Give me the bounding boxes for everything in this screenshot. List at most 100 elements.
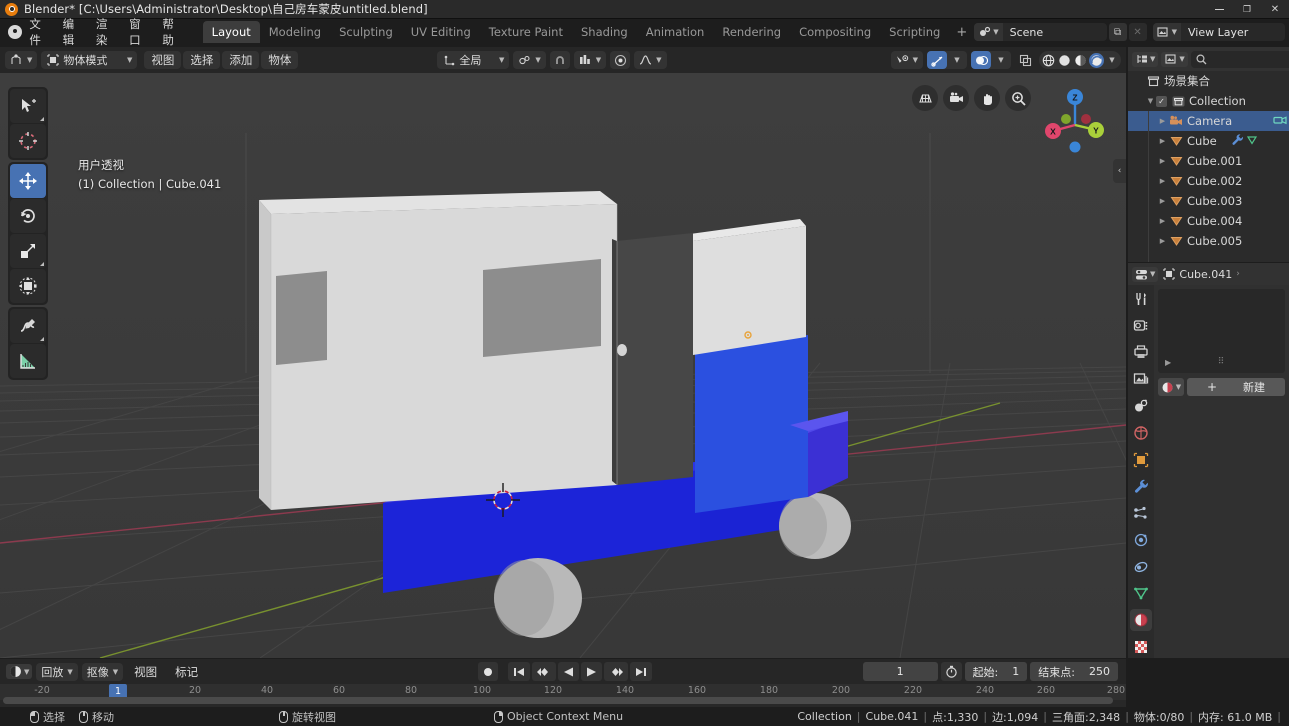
material-preview-button[interactable] — [1073, 53, 1088, 68]
timeline-menu-marker[interactable]: 标记 — [168, 663, 205, 681]
outliner-item-cube[interactable]: ▶ Cube — [1128, 131, 1289, 151]
tab-sculpting[interactable]: Sculpting — [330, 21, 402, 43]
tab-layout[interactable]: Layout — [202, 21, 260, 43]
disclosure-triangle-icon[interactable]: ▶ — [1157, 177, 1168, 185]
disclosure-triangle-icon[interactable]: ▶ — [1157, 157, 1168, 165]
maximize-button[interactable]: ❐ — [1233, 0, 1261, 19]
frame-range-field[interactable]: 起始: 1 — [964, 662, 1028, 681]
record-keyframes-button[interactable] — [478, 662, 498, 681]
visibility-selector[interactable]: ▼ — [890, 51, 923, 69]
end-frame-field[interactable]: 结束点: 250 — [1030, 662, 1118, 681]
scale-tool-button[interactable] — [10, 234, 46, 268]
outliner-editor[interactable]: ▼ ▼ 场景集合 ▼ ✓ Collection ▶ Camera ▶ Cube … — [1128, 47, 1289, 262]
current-frame-field[interactable]: 1 — [862, 662, 938, 681]
annotate-tool-button[interactable] — [10, 309, 46, 343]
outliner-item-cube-004[interactable]: ▶ Cube.004 — [1128, 211, 1289, 231]
sidebar-collapse-button[interactable]: ‹ — [1113, 159, 1126, 183]
data-properties-tab[interactable] — [1130, 583, 1152, 605]
outliner-search-input[interactable] — [1190, 50, 1289, 68]
world-properties-tab[interactable] — [1130, 422, 1152, 444]
show-gizmo-toggle[interactable] — [927, 51, 947, 69]
outliner-scene-collection[interactable]: 场景集合 — [1128, 71, 1289, 91]
outliner-search-field[interactable] — [1210, 53, 1289, 65]
particle-properties-tab[interactable] — [1130, 502, 1152, 524]
play-reverse-button[interactable] — [558, 662, 579, 681]
viewport-menu-object[interactable]: 物体 — [261, 51, 299, 69]
editor-type-selector[interactable]: ▼ — [5, 51, 38, 69]
rotate-tool-button[interactable] — [10, 199, 46, 233]
outliner-item-collection[interactable]: ▼ ✓ Collection — [1128, 91, 1289, 111]
camera-view-button[interactable] — [943, 85, 969, 111]
3d-viewport[interactable]: 用户透视 (1) Collection | Cube.041 Z X Y ‹ — [0, 73, 1126, 658]
browse-material-button[interactable]: ▼ — [1158, 378, 1184, 396]
modifier-wrench-icon[interactable] — [1231, 133, 1244, 149]
show-overlays-toggle[interactable] — [971, 51, 991, 69]
timeline-editor-type-button[interactable]: ▼ — [6, 664, 33, 679]
timeline-editor[interactable]: ▼ 回放 ▼ 抠像 ▼ 视图 标记 1 起始: 1 结束点: 250 -20 2… — [0, 659, 1126, 725]
viewport-menu-add[interactable]: 添加 — [222, 51, 260, 69]
output-properties-tab[interactable] — [1130, 342, 1152, 364]
properties-editor[interactable]: ▼ Cube.041 › ▶ ⠿ ▼ + 新建 — [1128, 263, 1289, 658]
render-properties-tab[interactable] — [1130, 315, 1152, 337]
disclosure-triangle-icon[interactable]: ▶ — [1157, 137, 1168, 145]
proportional-editing-selector[interactable]: ▼ — [573, 51, 607, 69]
constraints-properties-tab[interactable] — [1130, 556, 1152, 578]
view-layer-browse-button[interactable]: ▼ — [1152, 23, 1181, 41]
cursor-tool-button[interactable] — [10, 124, 46, 158]
scene-name-field[interactable]: Scene — [1003, 26, 1107, 39]
snap-magnet-toggle[interactable] — [550, 51, 570, 69]
object-properties-tab[interactable] — [1130, 449, 1152, 471]
navigation-gizmo[interactable]: Z X Y — [1036, 87, 1114, 165]
jump-to-prev-keyframe-button[interactable] — [532, 662, 556, 681]
mesh-data-icon[interactable] — [1246, 134, 1258, 149]
disclosure-triangle-icon[interactable]: ▼ — [1145, 97, 1156, 105]
add-workspace-button[interactable]: + — [949, 22, 974, 43]
jump-to-end-button[interactable] — [630, 662, 652, 681]
menu-window[interactable]: 窗口 — [122, 13, 155, 51]
viewport-menu-select[interactable]: 选择 — [183, 51, 221, 69]
wireframe-shading-button[interactable] — [1041, 53, 1056, 68]
gizmo-dropdown[interactable]: ▼ — [947, 51, 967, 69]
jump-to-start-button[interactable] — [508, 662, 530, 681]
camera-data-icon[interactable] — [1273, 114, 1287, 129]
play-button[interactable] — [581, 662, 602, 681]
use-preview-range-button[interactable] — [940, 662, 962, 681]
disclosure-triangle-icon[interactable]: ▶ — [1157, 197, 1168, 205]
snap-target-selector[interactable]: ▼ — [513, 51, 546, 69]
expand-triangle-icon[interactable]: ▶ — [1165, 358, 1171, 367]
outliner-editor-type-button[interactable]: ▼ — [1132, 51, 1159, 67]
outliner-display-mode-button[interactable]: ▼ — [1161, 51, 1188, 67]
timeline-menu-keying[interactable]: 抠像 ▼ — [81, 662, 124, 681]
close-button[interactable]: ✕ — [1261, 0, 1289, 19]
minimize-button[interactable] — [1205, 0, 1233, 19]
tab-rendering[interactable]: Rendering — [713, 21, 790, 43]
timeline-scrollbar[interactable] — [3, 697, 1113, 704]
outliner-item-cube-001[interactable]: ▶ Cube.001 — [1128, 151, 1289, 171]
texture-properties-tab[interactable] — [1130, 636, 1152, 658]
properties-breadcrumb[interactable]: Cube.041 › — [1162, 268, 1240, 281]
scene-selector[interactable]: ▼ Scene — [974, 23, 1107, 41]
menu-help[interactable]: 帮助 — [155, 13, 188, 51]
rendered-shading-button[interactable] — [1089, 52, 1104, 68]
scene-properties-tab[interactable] — [1130, 395, 1152, 417]
proportional-toggle[interactable] — [610, 51, 630, 69]
move-tool-button[interactable] — [10, 164, 46, 198]
tab-scripting[interactable]: Scripting — [880, 21, 949, 43]
menu-file[interactable]: 文件 — [22, 13, 55, 51]
menu-edit[interactable]: 编辑 — [56, 13, 89, 51]
falloff-type-selector[interactable]: ▼ — [634, 51, 667, 69]
viewport-menu-view[interactable]: 视图 — [144, 51, 182, 69]
measure-tool-button[interactable] — [10, 344, 46, 378]
tab-texture-paint[interactable]: Texture Paint — [480, 21, 572, 43]
tool-properties-tab[interactable] — [1130, 288, 1152, 310]
material-properties-tab[interactable] — [1130, 609, 1152, 632]
outliner-item-cube-005[interactable]: ▶ Cube.005 — [1128, 231, 1289, 251]
resize-grip-icon[interactable]: ⠿ — [1218, 357, 1226, 367]
blender-menu-icon[interactable] — [4, 21, 22, 43]
toggle-xray-button[interactable] — [1015, 51, 1035, 69]
timeline-menu-view[interactable]: 视图 — [127, 663, 164, 681]
new-scene-button[interactable]: ⧉ — [1108, 23, 1127, 41]
view-layer-properties-tab[interactable] — [1130, 368, 1152, 390]
collection-checkbox[interactable]: ✓ — [1156, 95, 1167, 107]
tab-animation[interactable]: Animation — [637, 21, 714, 43]
